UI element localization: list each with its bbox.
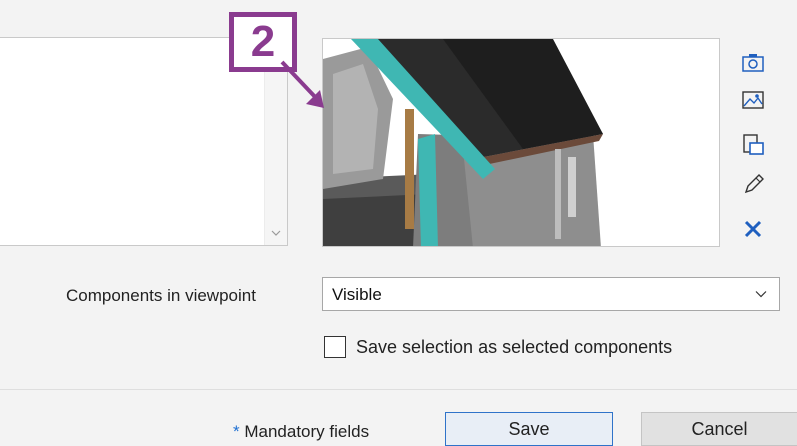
save-selection-label[interactable]: Save selection as selected components [356, 337, 672, 358]
components-select-value: Visible [332, 285, 382, 304]
mandatory-text: Mandatory fields [239, 422, 370, 441]
building-render [323, 39, 719, 246]
image-icon[interactable] [740, 87, 766, 113]
paste-icon[interactable] [740, 132, 766, 158]
footer-divider [0, 389, 797, 390]
cancel-button[interactable]: Cancel [641, 412, 797, 446]
chevron-down-icon[interactable] [755, 290, 767, 298]
step-arrow [280, 60, 324, 108]
viewpoint-image [322, 38, 720, 247]
components-label: Components in viewpoint [66, 286, 256, 305]
components-select[interactable]: Visible [322, 277, 780, 311]
mandatory-note: * Mandatory fields [233, 422, 369, 442]
camera-icon[interactable] [740, 50, 766, 76]
pencil-icon[interactable] [740, 172, 766, 198]
save-selection-checkbox[interactable] [324, 336, 346, 358]
chevron-down-icon[interactable] [271, 229, 281, 237]
close-icon[interactable] [740, 216, 766, 242]
save-button[interactable]: Save [445, 412, 613, 446]
mandatory-star: * [233, 422, 240, 441]
top-strip [0, 0, 797, 16]
